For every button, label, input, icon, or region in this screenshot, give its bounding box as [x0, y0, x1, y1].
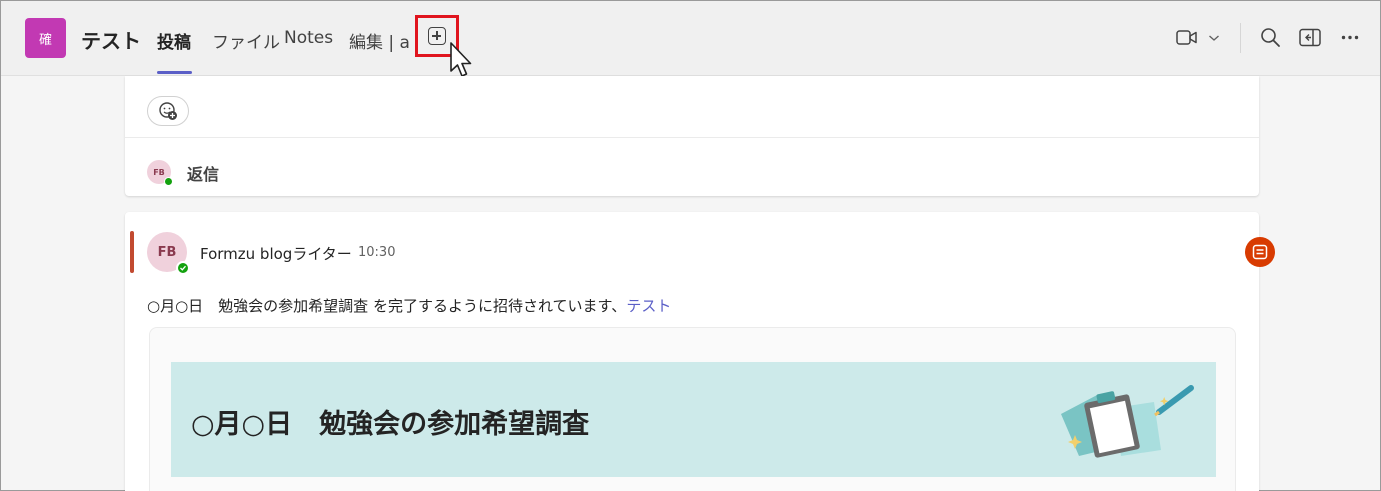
card-divider — [125, 137, 1259, 138]
presence-available-icon — [164, 177, 173, 186]
forms-icon — [1252, 244, 1268, 260]
tab-posts[interactable]: 投稿 — [157, 28, 191, 53]
add-reaction-icon — [159, 102, 177, 120]
team-avatar[interactable]: 確 — [25, 18, 66, 58]
search-icon[interactable] — [1260, 27, 1281, 48]
active-tab-indicator — [157, 71, 192, 74]
post-accent-bar — [130, 231, 134, 273]
clipboard-icon — [1061, 385, 1194, 458]
open-panel-icon[interactable] — [1299, 28, 1321, 47]
post-card: FB Formzu blogライター 10:30 ○月○日 勉強会の参加希望調査… — [125, 212, 1259, 491]
post-message-text: ○月○日 勉強会の参加希望調査 を完了するように招待されています、 — [147, 297, 627, 315]
post-message: ○月○日 勉強会の参加希望調査 を完了するように招待されています、テスト — [147, 295, 671, 316]
tab-files[interactable]: ファイル — [212, 28, 280, 53]
channel-link[interactable]: テスト — [626, 297, 671, 315]
previous-thread-card: FB 返信 — [125, 76, 1259, 196]
tab-edit[interactable]: 編集 | a — [349, 28, 410, 53]
post-timestamp: 10:30 — [358, 245, 396, 260]
post-author[interactable]: Formzu blogライター — [200, 243, 352, 264]
form-adaptive-card[interactable]: ○月○日 勉強会の参加希望調査 — [149, 327, 1236, 491]
mouse-cursor-icon — [450, 42, 472, 77]
add-reaction-button[interactable] — [147, 96, 189, 126]
reply-avatar-initials: FB — [153, 167, 165, 177]
forms-app-badge[interactable] — [1245, 237, 1275, 267]
plus-square-icon — [428, 27, 446, 45]
form-banner: ○月○日 勉強会の参加希望調査 — [171, 362, 1216, 477]
video-camera-icon[interactable] — [1176, 29, 1198, 47]
chevron-down-icon[interactable] — [1208, 34, 1220, 42]
header-divider — [1240, 23, 1241, 53]
channel-header: 確 テスト 投稿 ファイル Notes 編集 | a — [1, 1, 1380, 77]
tab-notes[interactable]: Notes — [284, 28, 333, 48]
channel-title: テスト — [81, 29, 141, 53]
author-avatar-initials: FB — [157, 244, 177, 260]
author-avatar[interactable]: FB — [147, 232, 190, 275]
more-icon[interactable] — [1341, 35, 1359, 40]
reply-avatar: FB — [147, 160, 173, 186]
form-title: ○月○日 勉強会の参加希望調査 — [191, 409, 590, 440]
reply-button[interactable]: 返信 — [187, 161, 219, 185]
presence-available-icon — [176, 261, 190, 275]
